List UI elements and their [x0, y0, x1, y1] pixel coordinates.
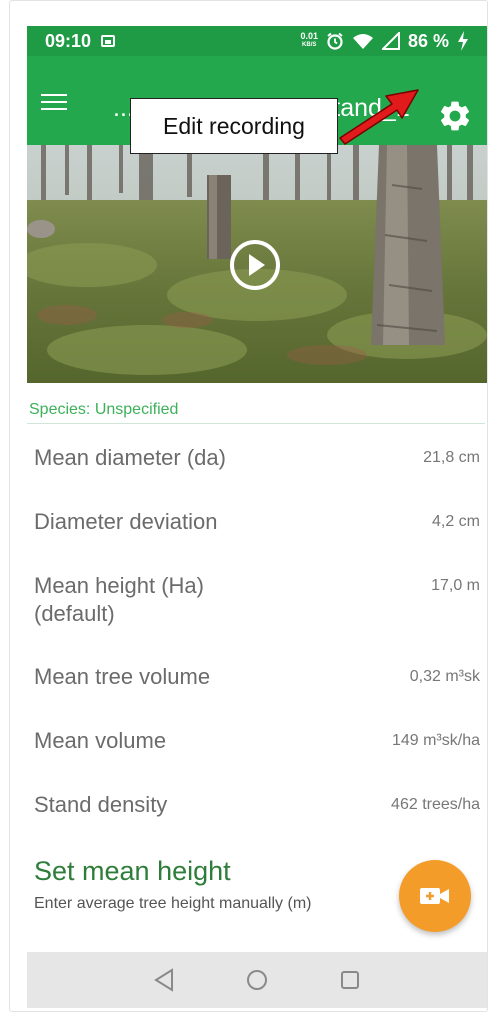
stat-label: Mean volume	[34, 728, 167, 753]
status-right: 0.01 KB/S 86 %	[300, 31, 469, 52]
network-speed-value: 0.01	[300, 31, 318, 41]
video-thumbnail[interactable]	[27, 145, 487, 383]
set-mean-height-title[interactable]: Set mean height	[34, 856, 231, 887]
divider	[27, 423, 485, 424]
species-label: Species: Unspecified	[29, 401, 179, 418]
back-icon[interactable]	[153, 968, 175, 992]
gear-icon[interactable]	[437, 98, 473, 134]
stat-label: Diameter deviation	[34, 509, 218, 534]
battery-percentage: 86 %	[407, 30, 449, 51]
recents-icon[interactable]	[339, 969, 361, 991]
arrow-icon	[339, 89, 419, 145]
alarm-icon	[327, 32, 343, 50]
stat-value: 462 trees/ha	[391, 796, 480, 813]
hamburger-menu-icon[interactable]	[41, 94, 67, 112]
stat-row-stand-density: Stand density 462 trees/ha	[34, 791, 480, 819]
stat-label: Mean height (Ha) (default)	[34, 573, 204, 626]
system-nav-bar	[27, 952, 487, 1008]
status-bar: 09:10 0.01 KB/S 86 %	[27, 26, 487, 56]
screenshot-frame: 09:10 0.01 KB/S 86 % Species: Unspecifie…	[0, 0, 496, 1019]
set-mean-height-subtitle[interactable]: Enter average tree height manually (m)	[34, 895, 311, 913]
stat-value: 149 m³sk/ha	[391, 732, 480, 749]
charging-bolt-icon	[458, 31, 468, 51]
stat-value: 0,32 m³sk	[409, 668, 480, 685]
stat-label: Mean diameter (da)	[34, 445, 226, 470]
stat-label: Mean tree volume	[34, 664, 211, 689]
phone-screen: 09:10 0.01 KB/S 86 % Species: Unspecifie…	[27, 20, 487, 1008]
stat-value: 21,8 cm	[423, 449, 480, 466]
signal-icon	[381, 32, 400, 50]
stat-row-mean-volume: Mean volume 149 m³sk/ha	[34, 727, 480, 755]
video-camera-add-icon	[420, 888, 449, 904]
network-speed: 0.01 KB/S	[300, 32, 318, 50]
network-speed-unit: KB/S	[302, 42, 317, 48]
wifi-icon	[352, 34, 373, 49]
gallery-notification-icon	[101, 35, 116, 47]
home-icon[interactable]	[245, 968, 269, 992]
play-icon[interactable]	[229, 239, 281, 291]
record-video-button[interactable]	[399, 860, 471, 932]
stat-row-diameter-deviation: Diameter deviation 4,2 cm	[34, 508, 480, 536]
status-time: 09:10	[45, 30, 92, 51]
stat-row-mean-diameter: Mean diameter (da) 21,8 cm	[34, 444, 480, 472]
stat-row-mean-tree-volume: Mean tree volume 0,32 m³sk	[34, 663, 480, 691]
stat-value: 17,0 m	[431, 577, 480, 594]
stat-row-mean-height: Mean height (Ha) (default) 17,0 m	[34, 572, 480, 628]
stat-value: 4,2 cm	[431, 513, 480, 530]
edit-recording-callout: Edit recording	[130, 98, 338, 154]
stat-label: Stand density	[34, 792, 168, 817]
